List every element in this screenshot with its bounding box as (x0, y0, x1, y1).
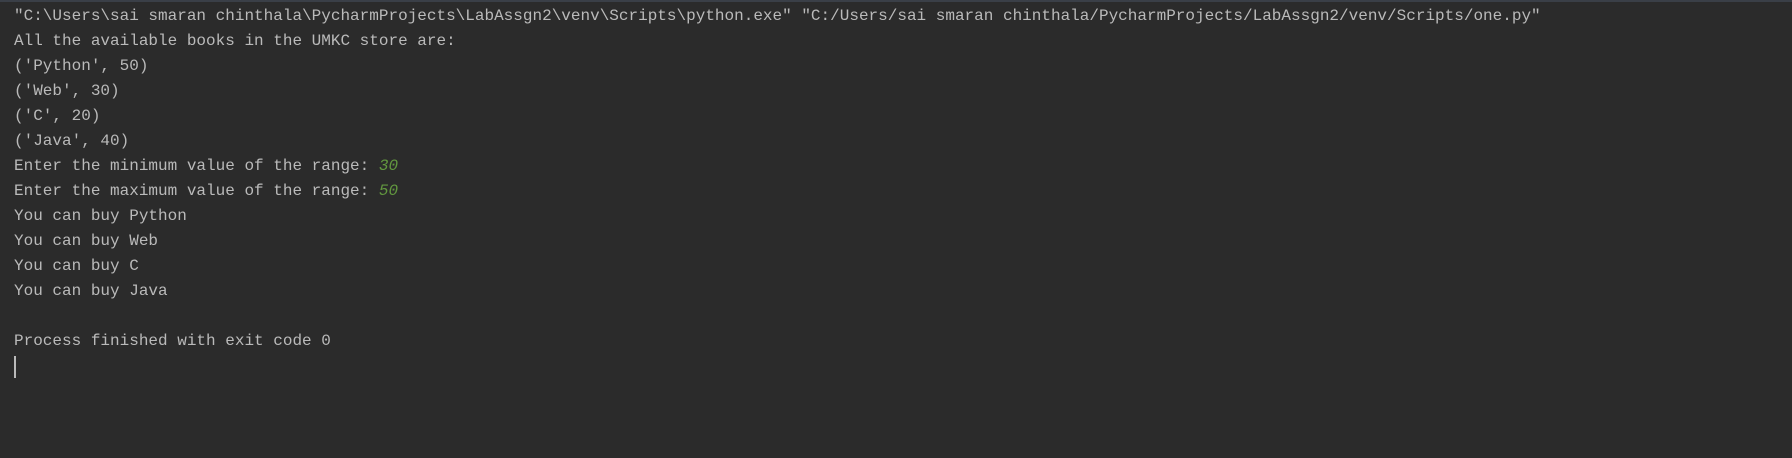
book-line: ('C', 20) (14, 107, 101, 125)
result-line: You can buy C (14, 257, 139, 275)
result-line: You can buy Python (14, 207, 187, 225)
exit-message: Process finished with exit code 0 (14, 332, 331, 350)
top-border (0, 0, 1792, 2)
max-range-input: 50 (378, 182, 399, 200)
max-range-prompt: Enter the maximum value of the range: (14, 182, 379, 200)
input-cursor-line[interactable] (14, 354, 1792, 379)
max-range-line: Enter the maximum value of the range: 50 (14, 179, 1792, 204)
min-range-prompt: Enter the minimum value of the range: (14, 157, 379, 175)
text-cursor (14, 356, 16, 378)
result-line: You can buy Web (14, 232, 159, 250)
result-line: You can buy Java (14, 282, 168, 300)
run-console[interactable]: "C:\Users\sai smaran chinthala\PycharmPr… (14, 4, 1792, 458)
book-line: ('Python', 50) (14, 57, 149, 75)
command-line: "C:\Users\sai smaran chinthala\PycharmPr… (14, 7, 1541, 25)
books-header: All the available books in the UMKC stor… (14, 32, 456, 50)
book-line: ('Web', 30) (14, 82, 120, 100)
book-line: ('Java', 40) (14, 132, 130, 150)
min-range-line: Enter the minimum value of the range: 30 (14, 154, 1792, 179)
min-range-input: 30 (378, 157, 399, 175)
